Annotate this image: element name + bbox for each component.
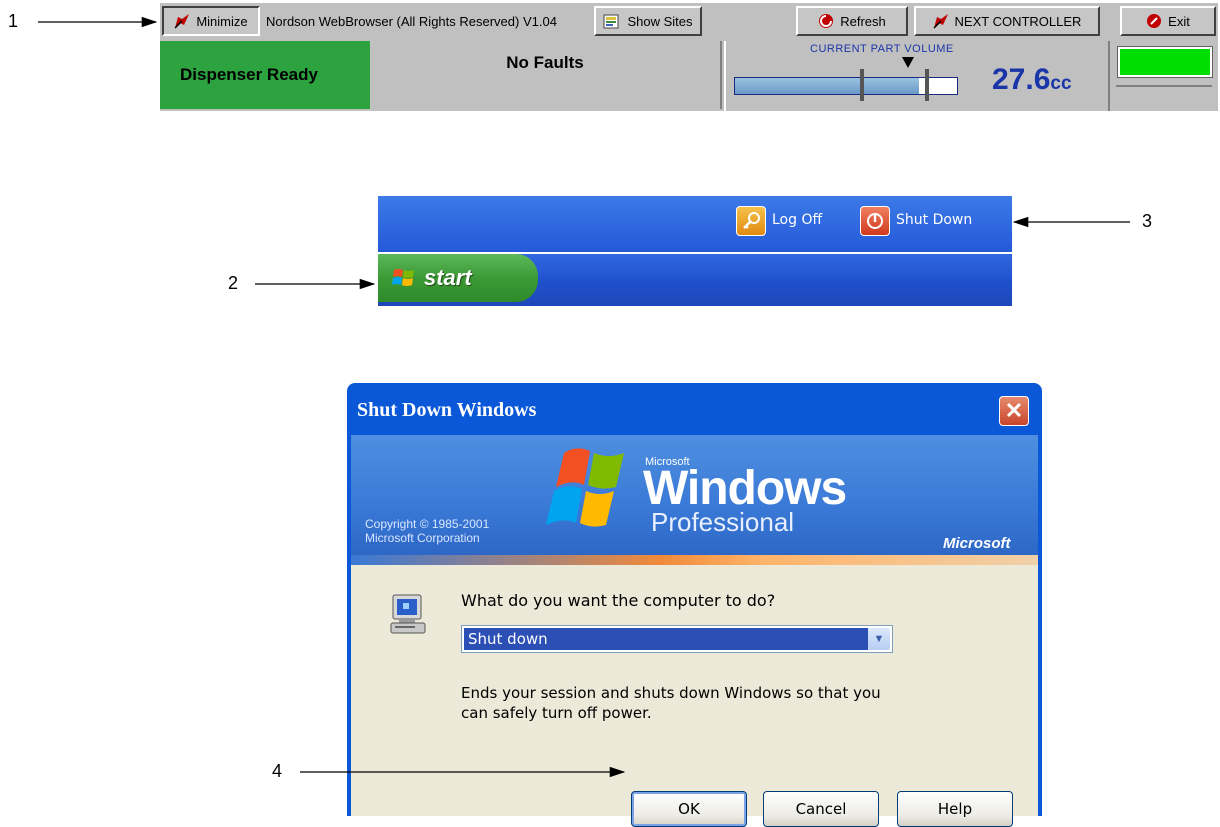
window-title: Nordson WebBrowser (All Rights Reserved)… — [266, 13, 557, 29]
next-controller-icon — [933, 14, 948, 29]
help-button[interactable]: Help — [897, 791, 1013, 827]
status-lamp — [1117, 46, 1213, 78]
xp-taskbar-excerpt: Log Off Shut Down start — [378, 196, 1012, 306]
copyright-line-1: Copyright © 1985-2001 — [365, 517, 490, 531]
dialog-body: What do you want the computer to do? Shu… — [351, 565, 1038, 827]
part-volume-label: CURRENT PART VOLUME — [810, 43, 954, 55]
callout-3-label: 3 — [1142, 211, 1153, 231]
status-ready-text: Dispenser Ready — [180, 65, 318, 84]
faults-panel: No Faults — [370, 41, 722, 109]
status-ready-panel: Dispenser Ready — [160, 41, 370, 109]
callout-4-label: 4 — [272, 761, 283, 781]
part-volume-value: 27.6 — [992, 63, 1051, 96]
key-icon — [743, 212, 760, 229]
copyright: Copyright © 1985-2001 Microsoft Corporat… — [365, 517, 489, 545]
minimize-button[interactable]: Minimize — [162, 6, 260, 36]
cancel-label: Cancel — [795, 800, 847, 818]
nordson-toolbar: Minimize Nordson WebBrowser (All Rights … — [160, 3, 1218, 111]
cancel-button[interactable]: Cancel — [763, 791, 879, 827]
dialog-title: Shut Down Windows — [357, 399, 537, 421]
banner-strip — [351, 555, 1038, 565]
chevron-down-icon[interactable]: ▼ — [868, 628, 890, 650]
start-button[interactable]: start — [378, 254, 538, 302]
lamp-divider — [1116, 85, 1212, 87]
windows-flag-icon — [392, 269, 414, 286]
exit-button[interactable]: Exit — [1120, 6, 1216, 36]
callout-2-label: 2 — [228, 273, 239, 293]
shut-down-label: Shut Down — [896, 212, 973, 228]
close-icon: ✕ — [1004, 398, 1024, 423]
part-volume-panel: CURRENT PART VOLUME 27.6cc — [724, 41, 1110, 111]
show-sites-label: Show Sites — [627, 13, 693, 29]
minimize-icon — [174, 14, 190, 29]
help-label: Help — [937, 800, 973, 818]
option-description: Ends your session and shuts down Windows… — [461, 684, 881, 722]
sites-icon — [603, 14, 619, 29]
start-menu-footer: Log Off Shut Down — [378, 196, 1012, 252]
show-sites-button[interactable]: Show Sites — [594, 6, 702, 36]
minimize-label: Minimize — [196, 13, 248, 29]
copyright-line-2: Microsoft Corporation — [365, 531, 480, 545]
refresh-label: Refresh — [840, 13, 886, 29]
exit-label: Exit — [1168, 13, 1190, 29]
status-lamp-panel — [1112, 41, 1218, 111]
next-controller-label: NEXT CONTROLLER — [954, 13, 1082, 29]
volume-min-tick — [860, 69, 864, 101]
log-off-label: Log Off — [772, 212, 823, 228]
ok-button[interactable]: OK — [631, 791, 747, 827]
question-text: What do you want the computer to do? — [461, 591, 776, 610]
part-volume-unit: cc — [1050, 73, 1072, 94]
callout-1-label: 1 — [8, 11, 19, 31]
start-label: start — [424, 265, 472, 290]
next-controller-button[interactable]: NEXT CONTROLLER — [914, 6, 1100, 36]
windows-logo-icon — [546, 448, 624, 527]
exit-icon — [1147, 14, 1162, 28]
brand-edition: Professional — [651, 507, 795, 537]
brand-microsoft: Microsoft — [943, 535, 1011, 552]
shutdown-option-value: Shut down — [464, 628, 868, 650]
shutdown-option-select[interactable]: Shut down ▼ — [461, 625, 893, 653]
part-volume-readout: 27.6cc — [992, 63, 1072, 97]
close-button[interactable]: ✕ — [999, 396, 1029, 426]
computer-icon — [390, 594, 426, 634]
shut-down-button[interactable] — [860, 206, 890, 236]
ok-label: OK — [678, 800, 700, 818]
log-off-button[interactable] — [736, 206, 766, 236]
refresh-icon — [819, 14, 834, 28]
part-volume-fill — [735, 78, 920, 94]
power-icon — [867, 213, 883, 229]
volume-marker-icon — [902, 57, 914, 68]
volume-max-tick — [925, 69, 929, 101]
faults-text: No Faults — [506, 53, 584, 72]
refresh-button[interactable]: Refresh — [796, 6, 908, 36]
shut-down-dialog: Shut Down Windows ✕ Microsoft Windows Pr… — [347, 383, 1042, 827]
